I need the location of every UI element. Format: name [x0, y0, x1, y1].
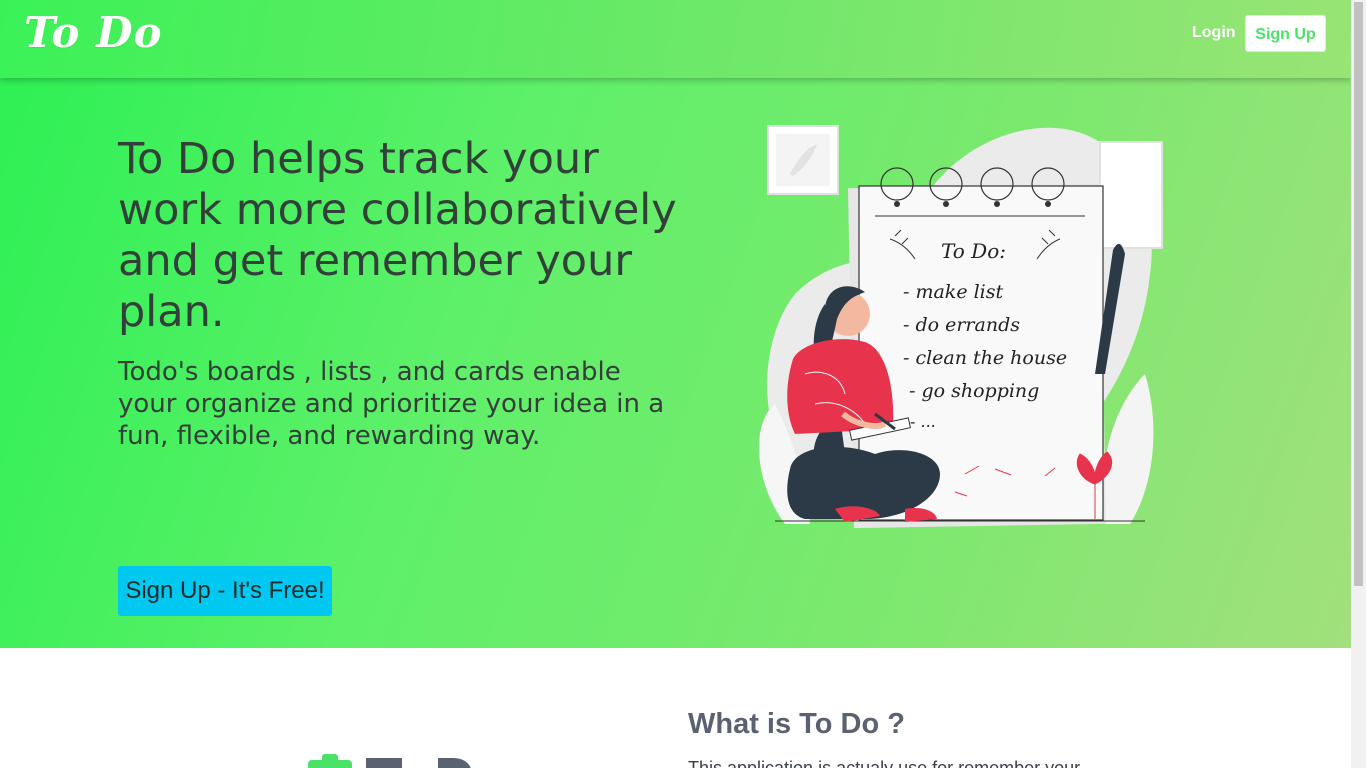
- signup-button[interactable]: Sign Up: [1245, 15, 1326, 52]
- about-section: What is To Do ? This application is actu…: [0, 648, 1351, 768]
- note-item: - clean the house: [903, 347, 1067, 369]
- hero-subtext: Todo's boards , lists , and cards enable…: [118, 357, 665, 451]
- scrollbar-thumb[interactable]: [1354, 2, 1363, 586]
- scrollbar[interactable]: [1351, 0, 1366, 768]
- about-title: What is To Do ?: [688, 708, 905, 740]
- navbar: To Do Login Sign Up: [0, 0, 1351, 78]
- brand-logo[interactable]: To Do: [24, 8, 163, 57]
- about-description: This application is actualy use for reme…: [688, 758, 1081, 768]
- note-item: - make list: [903, 281, 1004, 303]
- note-item: - do errands: [903, 314, 1020, 336]
- login-link[interactable]: Login: [1192, 24, 1236, 42]
- note-title: To Do:: [941, 239, 1006, 263]
- todo-logo-icon: [308, 754, 471, 768]
- page: To Do Login Sign Up To Do helps track yo…: [0, 0, 1351, 768]
- note-item: - go shopping: [909, 380, 1039, 402]
- hero-section: To Do helps track your work more collabo…: [0, 78, 1351, 648]
- note-item: - ...: [910, 412, 936, 431]
- todo-list-illustration: To Do: - make list - do errands - clean …: [758, 125, 1163, 529]
- hero-headline: To Do helps track your work more collabo…: [118, 134, 677, 337]
- signup-free-button[interactable]: Sign Up - It's Free!: [118, 566, 332, 616]
